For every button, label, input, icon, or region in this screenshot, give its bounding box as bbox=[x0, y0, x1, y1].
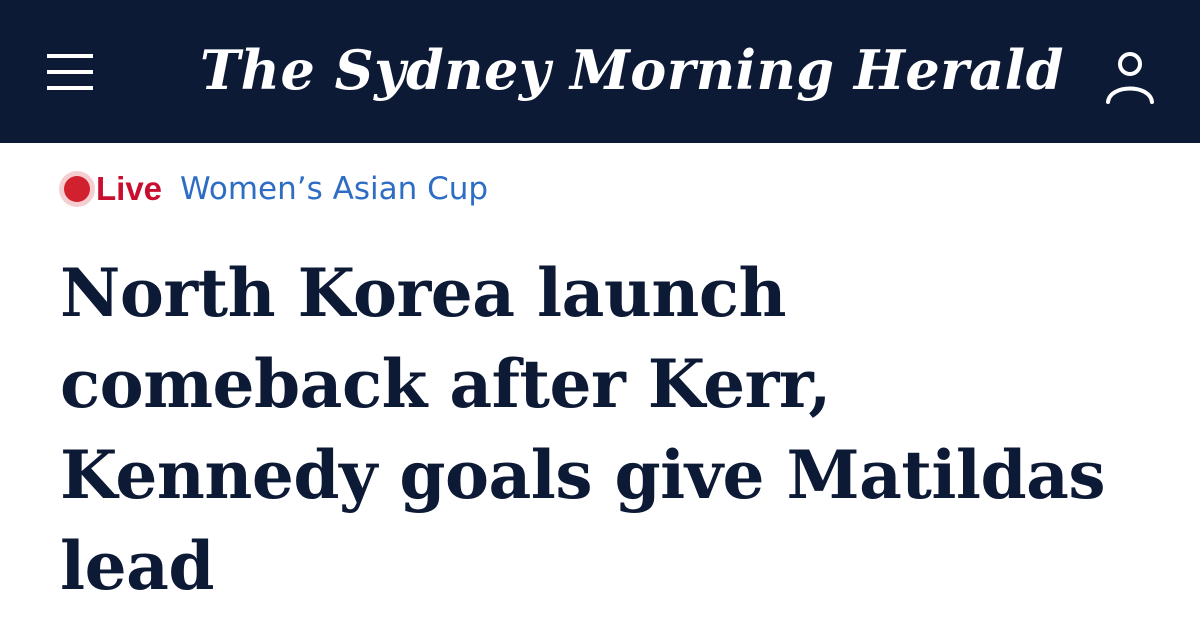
section-link[interactable]: Women’s Asian Cup bbox=[180, 171, 488, 207]
masthead: The Sydney Morning Herald bbox=[0, 0, 1200, 143]
article-headline: North Korea launch comeback after Kerr, … bbox=[60, 254, 1106, 605]
article-page: The Sydney Morning Herald Live Women’s A… bbox=[0, 0, 1200, 631]
menu-button[interactable] bbox=[38, 44, 102, 100]
account-button[interactable] bbox=[1098, 46, 1162, 108]
live-label: Live bbox=[96, 170, 163, 207]
article-kicker: Live Women’s Asian Cup bbox=[64, 165, 488, 213]
user-account-icon bbox=[1106, 52, 1154, 104]
masthead-logo[interactable]: The Sydney Morning Herald bbox=[200, 30, 1063, 110]
hamburger-menu-icon bbox=[47, 54, 93, 90]
live-indicator-icon bbox=[64, 176, 90, 202]
